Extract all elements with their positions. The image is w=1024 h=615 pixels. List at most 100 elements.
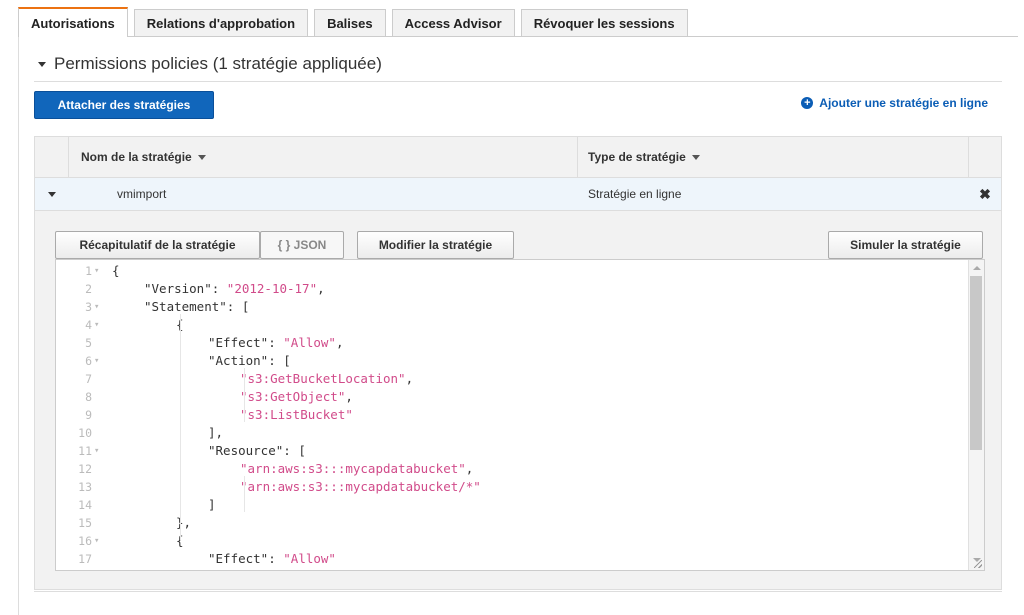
- code-line: 17 "Effect": "Allow": [56, 550, 984, 568]
- code-line: 3 ▾ "Statement": [: [56, 298, 984, 316]
- scroll-up-icon[interactable]: [973, 266, 981, 270]
- code-text: "s3:GetBucketLocation",: [240, 370, 413, 388]
- line-number: 2: [85, 282, 92, 296]
- json-string: "arn:aws:s3:::mycapdatabucket/*": [240, 479, 481, 494]
- json-string: "Allow": [283, 551, 336, 566]
- header-policy-name-label: Nom de la stratégie: [81, 150, 192, 164]
- fold-icon[interactable]: ▾: [94, 316, 99, 334]
- code-line: 6 ▾ "Action": [: [56, 352, 984, 370]
- panel-border: [18, 36, 19, 615]
- json-token: ,: [317, 281, 325, 296]
- section-divider: [34, 81, 1002, 82]
- code-line: 10],: [56, 424, 984, 442]
- detail-button-group: Récapitulatif de la stratégie { } JSON M…: [55, 231, 514, 259]
- json-token: ],: [208, 425, 224, 440]
- json-token: [: [241, 299, 250, 314]
- simulate-policy-button[interactable]: Simuler la stratégie: [828, 231, 983, 259]
- code-text: "Action": [: [208, 352, 291, 370]
- json-token: },: [176, 515, 192, 530]
- code-line: 8 "s3:GetObject",: [56, 388, 984, 406]
- code-line: 4 ▾{: [56, 316, 984, 334]
- tab-revoquer-sessions[interactable]: Révoquer les sessions: [520, 9, 688, 37]
- resize-grip-icon[interactable]: [974, 560, 982, 568]
- row-expand-toggle[interactable]: [35, 191, 69, 197]
- fold-icon[interactable]: ▾: [94, 262, 99, 280]
- json-token: ,: [465, 461, 474, 476]
- fold-icon[interactable]: ▾: [94, 442, 99, 460]
- code-line: 16 ▾{: [56, 532, 984, 550]
- code-text: ]: [208, 496, 216, 514]
- table-row[interactable]: vmimport Stratégie en ligne ✖: [35, 178, 1001, 211]
- code-line: 1 ▾ {: [56, 262, 984, 280]
- line-number: 13: [78, 480, 92, 494]
- remove-policy-icon[interactable]: ✖: [969, 186, 1001, 203]
- line-number: 3: [85, 300, 92, 314]
- line-number: 15: [78, 516, 92, 530]
- fold-icon[interactable]: ▾: [94, 298, 99, 316]
- sort-caret-icon: [691, 154, 700, 160]
- json-token: "Effect": [208, 551, 269, 566]
- line-number: 17: [78, 552, 92, 566]
- add-inline-policy-link[interactable]: + Ajouter une stratégie en ligne: [801, 96, 988, 110]
- tab-autorisations[interactable]: Autorisations: [18, 7, 128, 37]
- code-text: "s3:ListBucket": [240, 406, 353, 424]
- header-expand-col: [35, 137, 69, 177]
- json-token: :: [268, 335, 284, 350]
- scroll-thumb[interactable]: [970, 276, 982, 450]
- editor-scrollbar[interactable]: [968, 260, 984, 570]
- json-token: ]: [208, 497, 216, 512]
- bottom-divider: [34, 591, 1002, 592]
- line-number: 6: [85, 354, 92, 368]
- line-number: 10: [78, 426, 92, 440]
- json-string: "s3:ListBucket": [240, 407, 353, 422]
- tab-bar: Autorisations Relations d'approbation Ba…: [18, 7, 694, 37]
- json-token: "Statement": [144, 299, 227, 314]
- json-token: :: [226, 299, 242, 314]
- json-token: "Resource": [208, 443, 284, 458]
- code-line: 11 ▾ "Resource": [: [56, 442, 984, 460]
- code-line: 13 "arn:aws:s3:::mycapdatabucket/*": [56, 478, 984, 496]
- json-token: :: [211, 281, 227, 296]
- indent-guide: [244, 368, 245, 422]
- permissions-section-toggle[interactable]: Permissions policies (1 stratégie appliq…: [38, 54, 382, 74]
- plus-circle-icon: +: [801, 97, 814, 109]
- indent-guide: [180, 314, 181, 540]
- json-token: [: [283, 353, 291, 368]
- policy-summary-button[interactable]: Récapitulatif de la stratégie: [55, 231, 260, 259]
- code-text: "arn:aws:s3:::mycapdatabucket/*": [240, 478, 481, 496]
- json-token: :: [268, 551, 284, 566]
- header-policy-type-label: Type de stratégie: [588, 150, 686, 164]
- line-number: 14: [78, 498, 92, 512]
- attach-policies-button[interactable]: Attacher des stratégies: [34, 91, 214, 119]
- tab-access-advisor[interactable]: Access Advisor: [391, 9, 515, 37]
- add-inline-policy-label: Ajouter une stratégie en ligne: [819, 96, 988, 110]
- tab-balises[interactable]: Balises: [314, 9, 386, 37]
- edit-policy-button[interactable]: Modifier la stratégie: [357, 231, 514, 259]
- tab-relations-approbation[interactable]: Relations d'approbation: [133, 9, 309, 37]
- fold-icon[interactable]: ▾: [94, 532, 99, 550]
- json-code-editor[interactable]: 1 ▾{2 "Version": "2012-10-17", 3 ▾ "Statement…: [55, 259, 985, 571]
- json-view-button[interactable]: { } JSON: [260, 231, 344, 259]
- line-number: 11: [78, 444, 92, 458]
- line-number: 4: [85, 318, 92, 332]
- json-string: "s3:GetObject": [240, 389, 346, 404]
- json-token: {: [112, 263, 120, 278]
- line-number: 12: [78, 462, 92, 476]
- policy-detail-panel: Récapitulatif de la stratégie { } JSON M…: [35, 211, 1001, 589]
- line-number: 5: [85, 336, 92, 350]
- fold-icon[interactable]: ▾: [94, 352, 99, 370]
- header-policy-type[interactable]: Type de stratégie: [578, 137, 969, 177]
- caret-down-icon: [38, 61, 46, 67]
- json-token: ,: [405, 371, 414, 386]
- code-text: "Resource": [: [208, 442, 306, 460]
- json-token: ,: [345, 389, 353, 404]
- code-text: "Effect": "Allow": [208, 550, 336, 568]
- code-text: "Statement": [: [144, 298, 249, 316]
- line-number: 9: [85, 408, 92, 422]
- code-text: "Effect": "Allow",: [208, 334, 344, 352]
- line-number: 16: [78, 534, 92, 548]
- section-title: Permissions policies (1 stratégie appliq…: [54, 54, 382, 73]
- json-token: "Effect": [208, 335, 269, 350]
- json-string: "Allow": [283, 335, 336, 350]
- header-policy-name[interactable]: Nom de la stratégie: [69, 137, 578, 177]
